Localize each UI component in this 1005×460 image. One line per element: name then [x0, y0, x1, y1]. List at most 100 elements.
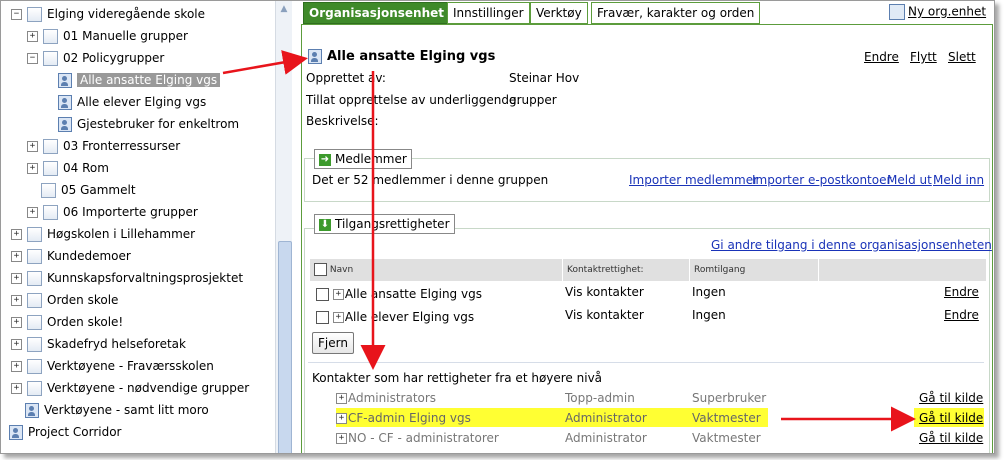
tree-item[interactable]: + Kunnskapsforvaltningsprosjektet	[11, 268, 243, 288]
tab-innstillinger[interactable]: Innstillinger	[447, 2, 530, 24]
tree-item[interactable]: − Elging videregående skole	[11, 4, 205, 24]
expand-icon[interactable]: +	[332, 289, 344, 300]
divider	[308, 362, 984, 363]
expand-icon[interactable]: +	[11, 383, 22, 394]
user-group-icon	[58, 73, 72, 88]
folder-icon	[43, 205, 58, 220]
import-email-link[interactable]: Importer e-postkontoer	[752, 173, 891, 187]
tree-item-label: Skadefryd helseforetak	[47, 337, 186, 351]
tree-item-label: Alle elever Elging vgs	[77, 95, 207, 109]
folder-icon	[27, 271, 42, 286]
table-row: + Alle elever Elging vgs	[316, 310, 474, 324]
leave-link[interactable]: Meld ut	[887, 173, 932, 187]
col-room: Romtilgang	[689, 259, 819, 281]
tree-item-label: 01 Manuelle grupper	[63, 29, 188, 43]
expand-icon[interactable]: +	[11, 229, 22, 240]
tree-item-label: Kunnskapsforvaltningsprosjektet	[47, 271, 244, 285]
folder-icon	[43, 139, 58, 154]
expand-icon[interactable]: +	[27, 31, 38, 42]
folder-icon	[43, 161, 58, 176]
tab-fravaer[interactable]: Fravær, karakter og orden	[591, 2, 761, 24]
expand-icon[interactable]: +	[27, 207, 38, 218]
tree-item[interactable]: Alle elever Elging vgs	[58, 92, 206, 112]
row-contact: Vis kontakter	[565, 285, 644, 299]
row-checkbox[interactable]	[316, 288, 329, 301]
edit-link[interactable]: Endre	[864, 50, 899, 64]
folder-icon	[27, 359, 42, 374]
new-org-button[interactable]: Ny org.enhet	[889, 4, 986, 20]
expand-icon[interactable]: +	[27, 163, 38, 174]
tree-item[interactable]: + Orden skole!	[11, 312, 123, 332]
org-tree: − Elging videregående skole +01 Manuelle …	[1, 1, 275, 453]
delete-link[interactable]: Slett	[948, 50, 976, 64]
give-access-link[interactable]: Gi andre tilgang i denne organisasjonsen…	[711, 238, 992, 252]
row-room: Ingen	[692, 285, 726, 299]
inherited-row: + CF-admin Elging vgs	[336, 411, 471, 425]
tree-item-label: 06 Importerte grupper	[63, 205, 198, 219]
expand-icon[interactable]: +	[11, 273, 22, 284]
tree-item[interactable]: − 02 Policygrupper	[27, 48, 164, 68]
go-to-source-link[interactable]: Gå til kilde	[919, 391, 983, 405]
go-to-source-link[interactable]: Gå til kilde	[919, 431, 983, 445]
tree-item[interactable]: + Orden skole	[11, 290, 118, 310]
scroll-up-icon[interactable]: ▲	[278, 3, 290, 15]
remove-button[interactable]: Fjern	[312, 332, 354, 354]
user-group-icon	[308, 49, 322, 64]
tree-item[interactable]: + Skadefryd helseforetak	[11, 334, 186, 354]
row-checkbox[interactable]	[316, 311, 329, 324]
folder-icon	[27, 293, 42, 308]
expand-icon[interactable]: +	[336, 393, 347, 404]
tree-item[interactable]: +04 Rom	[27, 158, 109, 178]
folder-icon	[43, 29, 58, 44]
import-members-link[interactable]: Importer medlemmer	[629, 173, 758, 187]
tree-scrollbar[interactable]: ▲	[275, 1, 292, 453]
description-label: Beskrivelse:	[306, 114, 379, 128]
tree-item[interactable]: Verktøyene - samt litt moro	[25, 400, 209, 420]
expand-icon[interactable]: +	[332, 312, 344, 323]
tree-item[interactable]: + Verktøyene - nødvendige grupper	[11, 378, 249, 398]
tree-item[interactable]: Project Corridor	[9, 422, 121, 442]
expand-icon[interactable]: +	[27, 141, 38, 152]
tree-item[interactable]: + Høgskolen i Lillehammer	[11, 224, 195, 244]
tree-item-label: Orden skole!	[47, 315, 124, 329]
members-legend-text: Medlemmer	[335, 152, 407, 166]
org-icon	[25, 403, 39, 418]
go-to-source-link[interactable]: Gå til kilde	[919, 411, 983, 425]
tree-item[interactable]: +06 Importerte grupper	[27, 202, 198, 222]
tree-item-label: Elging videregående skole	[47, 7, 205, 21]
tree-item-selected[interactable]: Alle ansatte Elging vgs	[58, 70, 221, 90]
scrollbar-thumb[interactable]	[278, 241, 292, 453]
inherited-row: + Administrators	[336, 391, 436, 405]
inherited-row: + NO - CF - administratorer	[336, 431, 499, 445]
join-link[interactable]: Meld inn	[933, 173, 984, 187]
expand-icon[interactable]: +	[11, 361, 22, 372]
row-edit-link[interactable]: Endre	[944, 308, 979, 322]
tab-verktoy[interactable]: Verktøy	[530, 2, 588, 24]
move-link[interactable]: Flytt	[910, 50, 937, 64]
expand-icon[interactable]: +	[11, 339, 22, 350]
inherited-name: NO - CF - administratorer	[348, 431, 499, 445]
tree-item[interactable]: +01 Manuelle grupper	[27, 26, 188, 46]
collapse-icon[interactable]: −	[11, 9, 22, 20]
expand-icon[interactable]: +	[336, 433, 347, 444]
expand-icon[interactable]: +	[11, 295, 22, 306]
expand-icon[interactable]: +	[336, 413, 347, 424]
tab-organisasjonsenhet[interactable]: Organisasjonsenhet	[303, 2, 450, 24]
tree-item-label: 05 Gammelt	[61, 183, 136, 197]
select-all-checkbox[interactable]	[314, 263, 327, 276]
members-legend: ➜ Medlemmer	[314, 149, 412, 169]
expand-icon[interactable]: +	[11, 317, 22, 328]
tree-item[interactable]: + Kundedemoer	[11, 246, 131, 266]
tree-item[interactable]: Gjestebruker for enkeltrom	[58, 114, 239, 134]
access-table-header: Navn Kontaktrettighet: Romtilgang	[310, 259, 986, 281]
tree-item[interactable]: 05 Gammelt	[41, 180, 136, 200]
col-actions	[818, 259, 988, 281]
expand-icon[interactable]: +	[11, 251, 22, 262]
arrow-down-icon: ⬇	[319, 218, 331, 231]
collapse-icon[interactable]: −	[27, 53, 38, 64]
arrow-right-icon: ➜	[319, 153, 331, 166]
row-edit-link[interactable]: Endre	[944, 285, 979, 299]
tree-item[interactable]: + Verktøyene - Fraværsskolen	[11, 356, 214, 376]
org-icon	[9, 425, 23, 440]
tree-item[interactable]: +03 Fronterressurser	[27, 136, 180, 156]
